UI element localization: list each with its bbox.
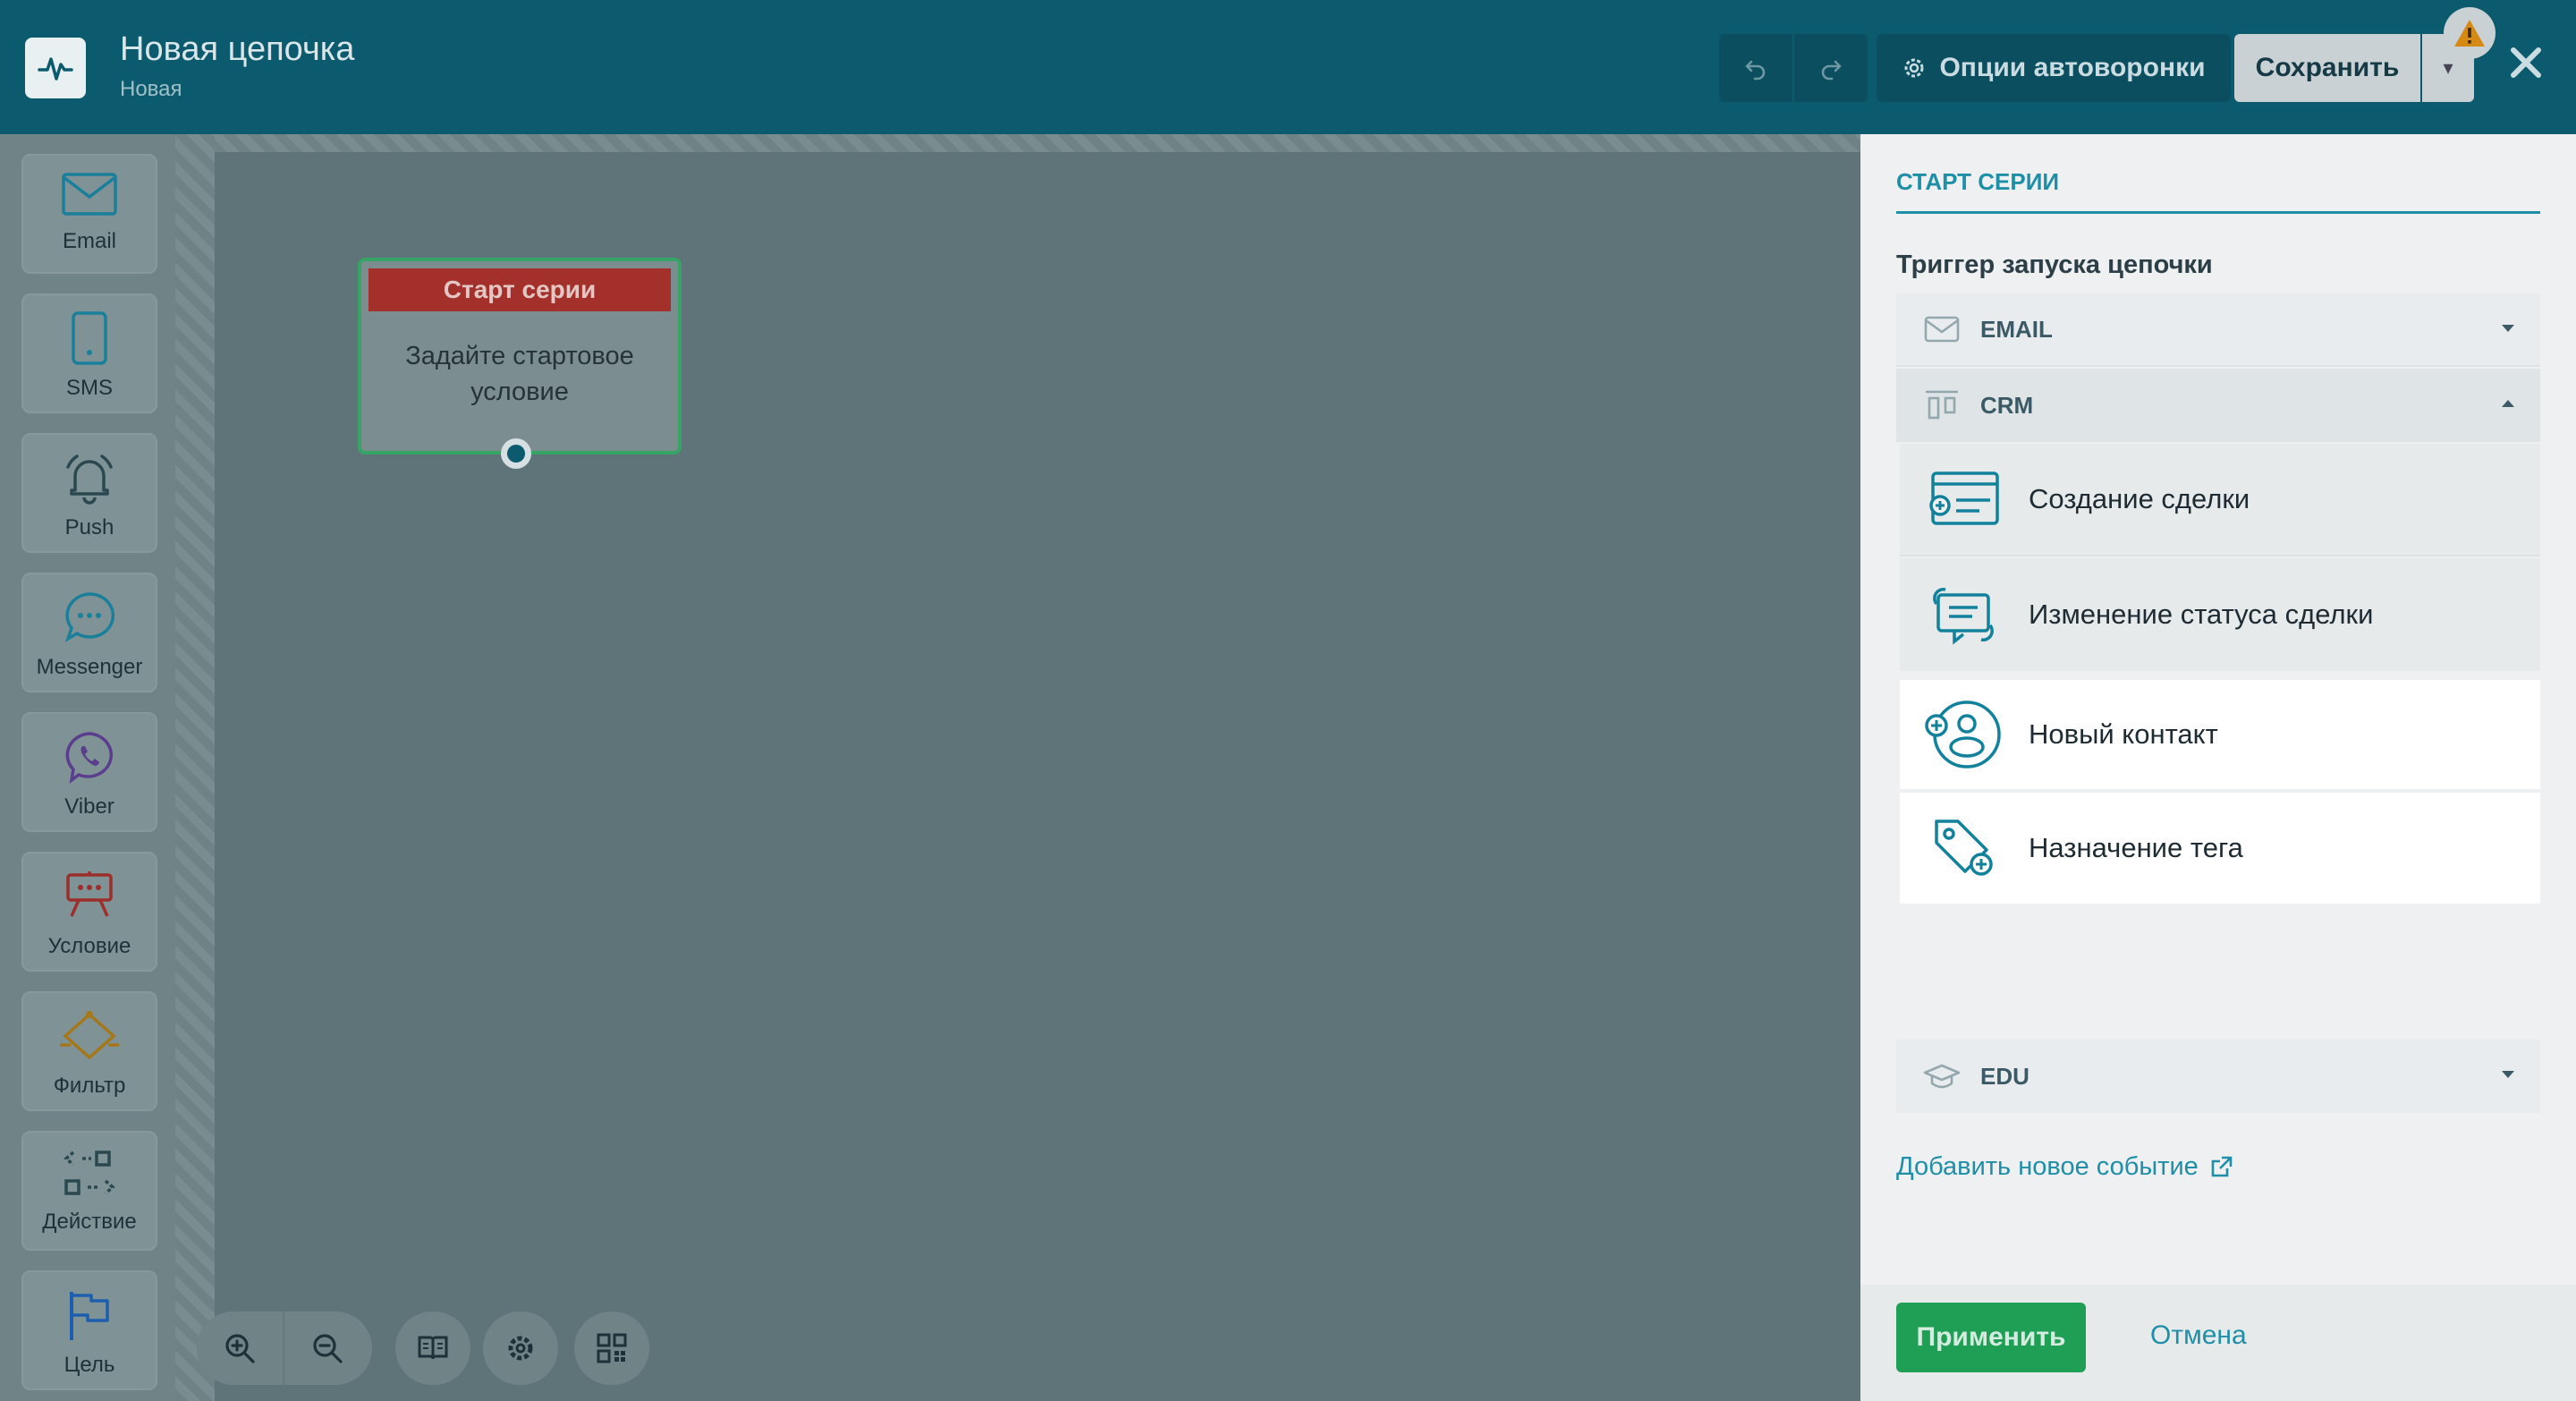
zoom-in-button[interactable] [197, 1312, 283, 1385]
help-book-button[interactable] [395, 1312, 470, 1385]
option-label: Изменение статуса сделки [2029, 599, 2374, 630]
palette-label: Viber [64, 794, 114, 819]
add-event-label: Добавить новое событие [1896, 1152, 2199, 1181]
close-icon [2511, 47, 2541, 78]
deal-create-icon [1923, 459, 2004, 539]
group-label: EMAIL [1980, 315, 2053, 343]
palette-item-push[interactable]: Push [21, 433, 157, 553]
node-title: Старт серии [369, 268, 671, 311]
palette-item-goal[interactable]: Цель [21, 1270, 157, 1390]
flag-icon [70, 1292, 109, 1340]
canvas-edge-strip [175, 134, 215, 1401]
tab-underline [1896, 211, 2540, 214]
element-palette: Email SMS Push Messenger Viber Условие Ф… [0, 134, 175, 1401]
trigger-option-create-deal[interactable]: Создание сделки [1900, 444, 2540, 556]
page-title: Новая цепочка [120, 30, 355, 68]
start-series-node[interactable]: Старт серии Задайте стартовое условие [358, 258, 682, 469]
funnel-options-label: Опции автоворонки [1939, 53, 2206, 82]
viber-icon [65, 732, 113, 784]
node-output-port[interactable] [501, 438, 531, 469]
save-button[interactable]: Сохранить [2234, 34, 2420, 102]
palette-label: Цель [64, 1353, 115, 1377]
zoom-in-icon [225, 1334, 255, 1363]
palette-label: SMS [65, 376, 113, 400]
option-label: Новый контакт [2029, 718, 2218, 750]
trigger-group-crm[interactable]: CRM [1896, 369, 2540, 442]
option-label: Создание сделки [2029, 483, 2250, 514]
palette-item-filter[interactable]: Фильтр [21, 991, 157, 1111]
cancel-button[interactable]: Отмена [2150, 1320, 2247, 1351]
graduation-cap-icon [1923, 1057, 1961, 1095]
palette-item-action[interactable]: Действие [21, 1131, 157, 1251]
funnel-options-button[interactable]: Опции автоворонки [1877, 34, 2231, 102]
close-button[interactable] [2503, 39, 2549, 86]
redo-icon [1821, 60, 1842, 81]
new-contact-icon [1923, 694, 2004, 775]
settings-panel: СТАРТ СЕРИИ Триггер запуска цепочки EMAI… [1860, 134, 2576, 1401]
group-label: CRM [1980, 391, 2034, 419]
canvas-settings-button[interactable] [483, 1312, 558, 1385]
gear-icon [508, 1336, 533, 1361]
undo-icon [1745, 60, 1766, 81]
deal-status-icon [1923, 574, 2004, 655]
chevron-down-icon [2502, 1071, 2514, 1078]
trigger-group-email[interactable]: EMAIL [1896, 293, 2540, 367]
zoom-out-icon [313, 1334, 343, 1363]
redo-button[interactable] [1794, 34, 1868, 102]
add-new-event-link[interactable]: Добавить новое событие [1896, 1152, 2233, 1182]
envelope-icon [62, 173, 117, 216]
crm-board-icon [1923, 386, 1961, 424]
trigger-option-new-contact[interactable]: Новый контакт [1900, 680, 2540, 791]
chevron-up-icon [2502, 400, 2514, 407]
tab-start-series[interactable]: СТАРТ СЕРИИ [1896, 168, 2059, 196]
envelope-icon [1923, 310, 1961, 348]
palette-label: Условие [47, 934, 131, 958]
palette-item-viber[interactable]: Viber [21, 712, 157, 832]
group-label: EDU [1980, 1062, 2029, 1090]
palette-item-sms[interactable]: SMS [21, 293, 157, 413]
trigger-label: Триггер запуска цепочки [1896, 250, 2213, 279]
bell-icon [66, 454, 113, 505]
palette-label: Действие [42, 1210, 137, 1234]
tag-assign-icon [1923, 808, 2004, 888]
palette-label: Email [62, 229, 116, 253]
qr-code-button[interactable] [574, 1312, 649, 1385]
undo-button[interactable] [1719, 34, 1792, 102]
trigger-option-deal-status[interactable]: Изменение статуса сделки [1900, 558, 2540, 671]
palette-item-condition[interactable]: Условие [21, 852, 157, 972]
page-subtitle: Новая [120, 77, 182, 101]
qr-code-icon [597, 1333, 627, 1363]
zoom-controls [197, 1312, 372, 1385]
app-header: Новая цепочка Новая Опции автоворонки Со… [0, 0, 2576, 134]
chat-icon [64, 592, 115, 642]
trigger-group-edu[interactable]: EDU [1896, 1040, 2540, 1113]
gear-icon [1904, 58, 1924, 78]
option-label: Назначение тега [2029, 832, 2243, 863]
chevron-down-icon: ▾ [2443, 56, 2453, 79]
pulse-logo-icon [25, 38, 86, 98]
external-link-icon [2211, 1156, 2233, 1176]
palette-label: Фильтр [53, 1074, 126, 1098]
phone-icon [72, 311, 107, 365]
canvas-top-strip [215, 134, 1860, 152]
apply-button[interactable]: Применить [1896, 1303, 2086, 1372]
filter-icon [60, 1011, 119, 1060]
palette-item-messenger[interactable]: Messenger [21, 573, 157, 692]
condition-icon [66, 871, 113, 917]
palette-item-email[interactable]: Email [21, 154, 157, 274]
palette-label: Messenger [36, 655, 143, 679]
book-icon [418, 1336, 448, 1360]
node-description: Задайте стартовое условие [405, 342, 634, 406]
chevron-down-icon [2502, 325, 2514, 332]
warning-icon[interactable] [2444, 7, 2496, 59]
action-icon [64, 1151, 115, 1195]
palette-label: Push [64, 515, 114, 539]
zoom-out-button[interactable] [284, 1312, 370, 1385]
trigger-option-assign-tag[interactable]: Назначение тега [1900, 793, 2540, 904]
